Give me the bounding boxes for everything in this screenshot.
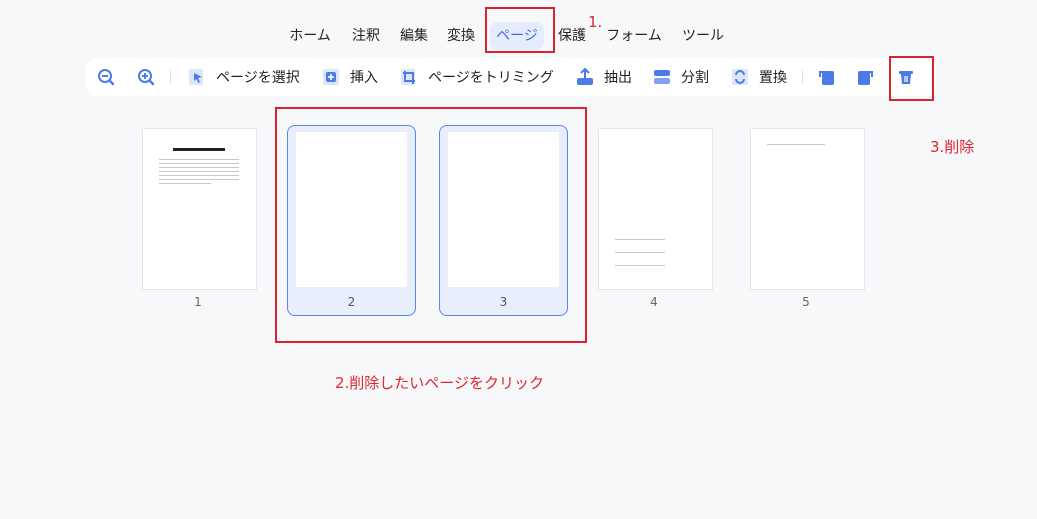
- annotation-box-page-tab: [485, 7, 555, 53]
- insert-label: 挿入: [350, 70, 378, 86]
- toolbar-divider: [170, 70, 171, 84]
- text-line: [159, 171, 239, 172]
- annotation-step1: 1.: [588, 13, 603, 31]
- annotation-box-selected-pages: [275, 107, 587, 343]
- text-line: [767, 144, 825, 145]
- trim-pages-label: ページをトリミング: [428, 70, 554, 86]
- rotate-left-button[interactable]: [817, 58, 835, 96]
- page-toolbar: ページを選択 挿入 ページをトリミング 抽出 分割 置換: [86, 58, 936, 96]
- annotation-step3: 3.削除: [930, 138, 975, 156]
- rotate-left-icon: [817, 68, 835, 86]
- zoom-out-button[interactable]: [97, 58, 115, 96]
- tab-annotate[interactable]: 注釈: [348, 22, 384, 50]
- trim-pages-button[interactable]: ページをトリミング: [400, 58, 554, 96]
- split-label: 分割: [681, 70, 709, 86]
- page-number: 4: [650, 295, 658, 309]
- tab-edit[interactable]: 編集: [396, 22, 432, 50]
- text-line: [159, 175, 239, 176]
- text-line: [615, 265, 665, 266]
- crop-page-icon: [400, 68, 418, 86]
- select-pages-button[interactable]: ページを選択: [188, 58, 300, 96]
- text-line: [159, 179, 239, 180]
- tab-protect[interactable]: 保護: [554, 22, 590, 50]
- page-thumbnail-1[interactable]: [142, 128, 257, 290]
- text-line: [159, 163, 239, 164]
- split-button[interactable]: 分割: [653, 58, 709, 96]
- select-pages-label: ページを選択: [216, 70, 300, 86]
- extract-label: 抽出: [604, 70, 632, 86]
- page-title-line: [173, 148, 225, 151]
- text-line: [159, 167, 239, 168]
- replace-button[interactable]: 置換: [731, 58, 787, 96]
- tab-form[interactable]: フォーム: [602, 22, 666, 50]
- rotate-right-icon: [857, 68, 875, 86]
- annotation-box-delete: [889, 56, 934, 101]
- zoom-in-icon: [137, 68, 155, 86]
- extract-button[interactable]: 抽出: [576, 58, 632, 96]
- insert-page-icon: [322, 68, 340, 86]
- extract-icon: [576, 67, 594, 86]
- tab-home[interactable]: ホーム: [285, 22, 335, 50]
- replace-icon: [731, 68, 749, 86]
- tab-convert[interactable]: 変換: [443, 22, 479, 50]
- page-number: 1: [194, 295, 202, 309]
- zoom-in-button[interactable]: [137, 58, 155, 96]
- text-line: [159, 159, 239, 160]
- toolbar-divider: [802, 70, 803, 84]
- rotate-right-button[interactable]: [857, 58, 875, 96]
- text-line: [159, 183, 211, 184]
- annotation-step2: 2.削除したいページをクリック: [335, 374, 545, 392]
- replace-label: 置換: [759, 70, 787, 86]
- text-line: [615, 252, 665, 253]
- page-number: 5: [802, 295, 810, 309]
- zoom-out-icon: [97, 68, 115, 86]
- page-thumbnail-4[interactable]: [598, 128, 713, 290]
- text-line: [615, 239, 665, 240]
- split-icon: [653, 68, 671, 86]
- cursor-select-icon: [188, 68, 206, 86]
- tab-tools[interactable]: ツール: [678, 22, 728, 50]
- page-thumbnail-5[interactable]: [750, 128, 865, 290]
- insert-button[interactable]: 挿入: [322, 58, 378, 96]
